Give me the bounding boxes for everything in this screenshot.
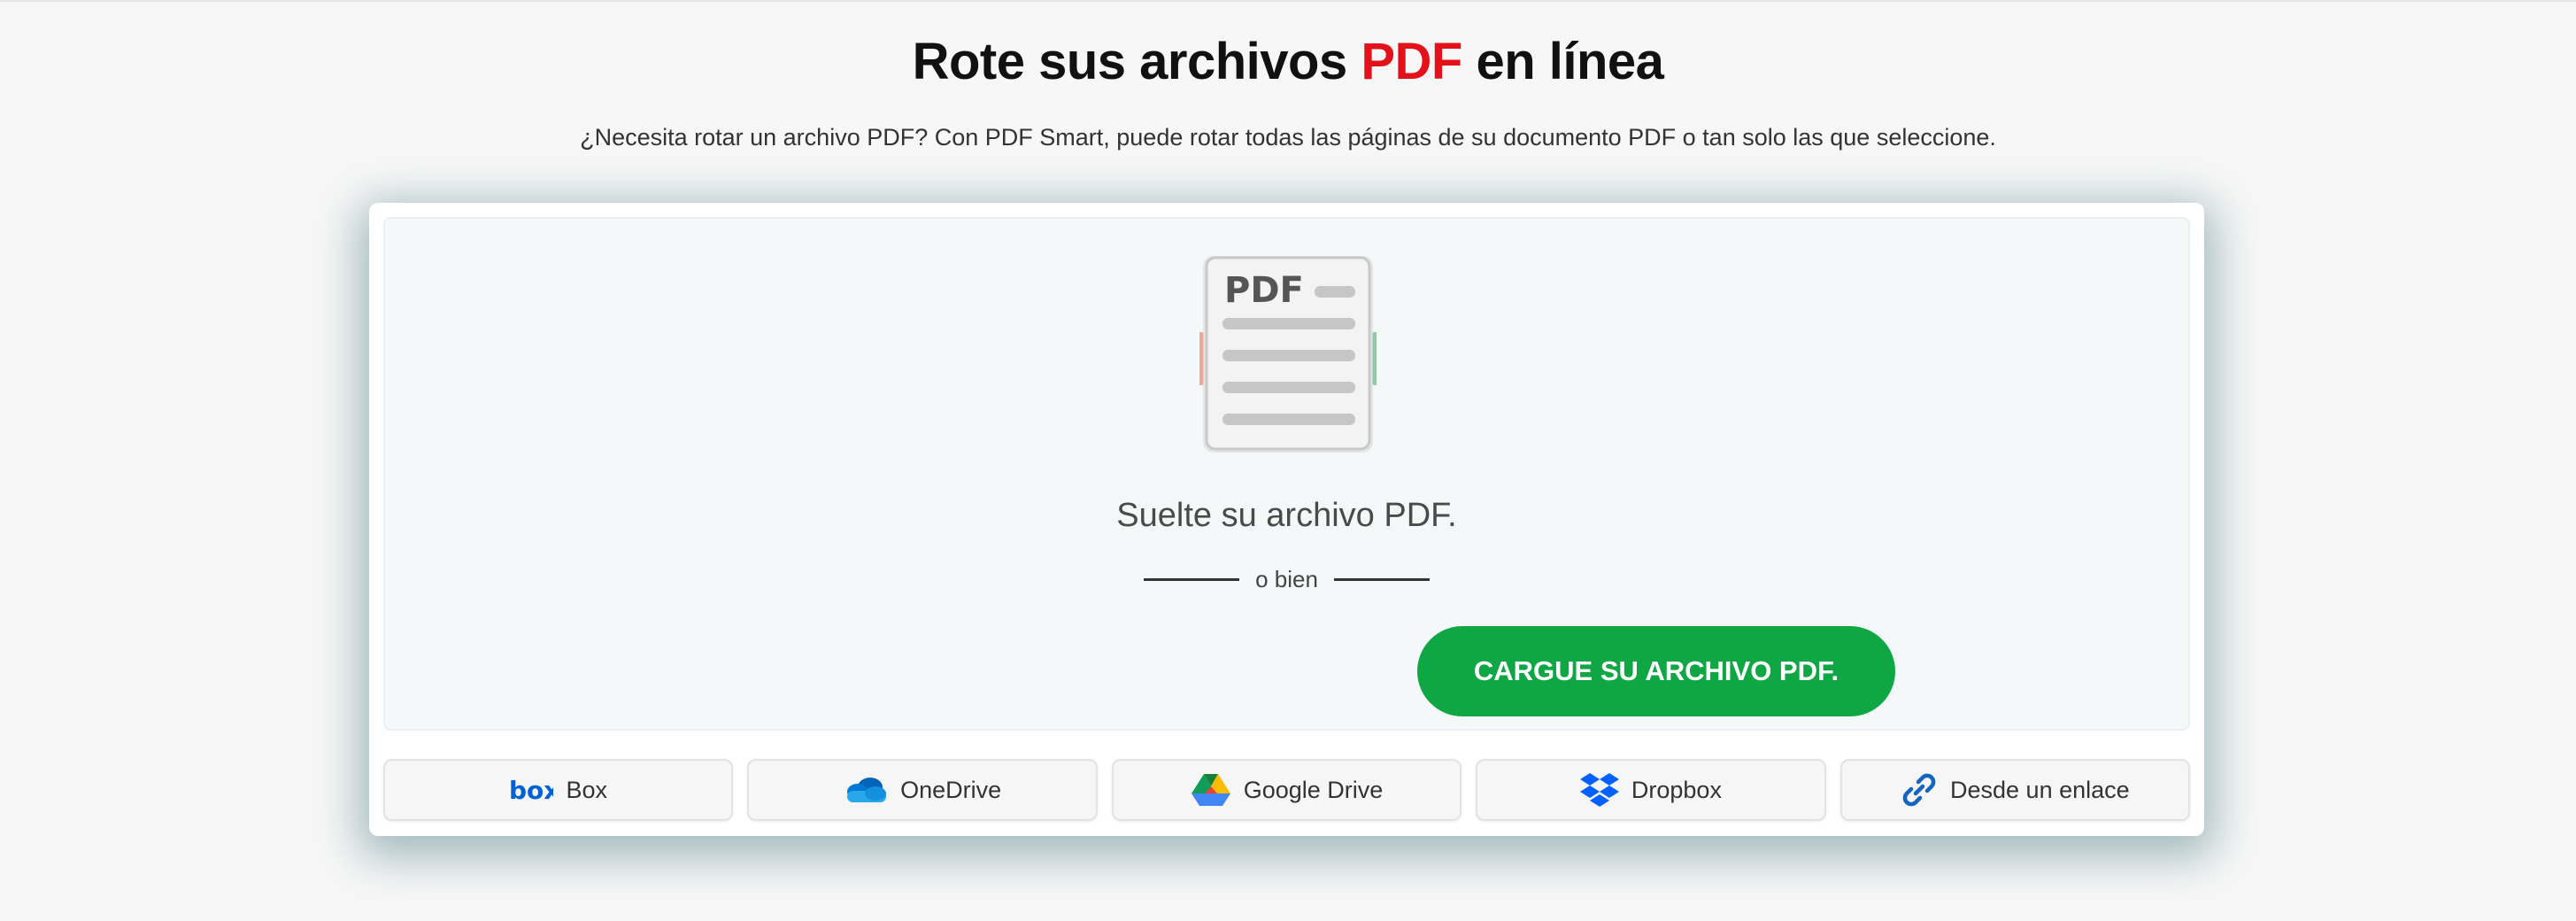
dropbox-icon xyxy=(1579,771,1619,809)
link-icon xyxy=(1901,771,1938,809)
title-part-2: en línea xyxy=(1462,33,1664,90)
pdf-illustration-label: PDF xyxy=(1224,270,1304,311)
source-onedrive-label: OneDrive xyxy=(900,776,1002,803)
svg-text:box: box xyxy=(509,778,553,802)
source-box-label: Box xyxy=(566,776,607,803)
source-google-drive-button[interactable]: Google Drive xyxy=(1111,759,1462,821)
upload-card: PDF Suelte su archivo PDF. o bien CARGUE… xyxy=(369,203,2204,836)
divider-line-right xyxy=(1333,578,1430,581)
top-border xyxy=(0,0,2576,2)
source-link-button[interactable]: Desde un enlace xyxy=(1839,759,2191,821)
source-link-label: Desde un enlace xyxy=(1950,776,2130,803)
page-subtitle: ¿Necesita rotar un archivo PDF? Con PDF … xyxy=(580,124,1996,151)
cloud-sources: box Box OneDrive Google Drive Dropbox De… xyxy=(383,759,2191,821)
title-accent: PDF xyxy=(1361,33,1462,90)
or-text: o bien xyxy=(1255,566,1318,592)
drop-instruction: Suelte su archivo PDF. xyxy=(1116,497,1457,534)
source-box-button[interactable]: box Box xyxy=(383,759,734,821)
source-onedrive-button[interactable]: OneDrive xyxy=(747,759,1098,821)
pdf-document-icon: PDF xyxy=(1199,256,1377,453)
google-drive-icon xyxy=(1191,772,1231,808)
file-dropzone[interactable]: PDF Suelte su archivo PDF. o bien CARGUE… xyxy=(383,217,2190,731)
upload-file-button[interactable]: CARGUE SU ARCHIVO PDF. xyxy=(1417,626,1895,716)
onedrive-icon xyxy=(844,776,888,804)
source-google-drive-label: Google Drive xyxy=(1243,776,1384,803)
title-part-1: Rote sus archivos xyxy=(912,33,1361,90)
box-icon: box xyxy=(509,778,553,802)
source-dropbox-button[interactable]: Dropbox xyxy=(1476,759,1826,821)
page-title: Rote sus archivos PDF en línea xyxy=(0,32,2576,91)
source-dropbox-label: Dropbox xyxy=(1631,776,1722,803)
divider-line-left xyxy=(1144,578,1240,581)
or-divider: o bien xyxy=(385,566,2188,593)
